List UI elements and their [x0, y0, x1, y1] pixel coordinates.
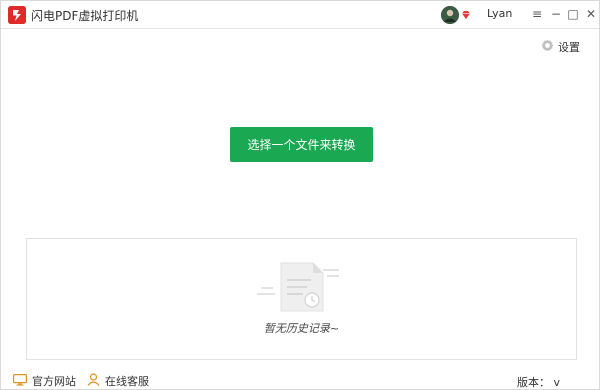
select-file-button[interactable]: 选择一个文件来转换 — [230, 127, 373, 162]
app-title: 闪电PDF虚拟打印机 — [31, 9, 139, 23]
close-button[interactable]: ✕ — [583, 6, 599, 22]
maximize-button[interactable]: □ — [565, 6, 581, 22]
vip-diamond-icon[interactable] — [461, 9, 471, 19]
version-label: 版本： — [517, 376, 550, 389]
gear-icon — [541, 39, 554, 55]
online-service-label: 在线客服 — [105, 375, 149, 388]
settings-label: 设置 — [558, 41, 580, 54]
title-bar: 闪电PDF虚拟打印机 Lyan ≡ − □ ✕ — [1, 1, 599, 29]
user-name[interactable]: Lyan — [487, 7, 512, 20]
monitor-icon — [13, 373, 28, 389]
person-icon — [87, 373, 100, 389]
app-window: 闪电PDF虚拟打印机 Lyan ≡ − □ ✕ 设置 选择一个文件来转换 暂无历… — [0, 0, 600, 390]
document-history-icon — [257, 259, 347, 320]
official-site-label: 官方网站 — [32, 375, 76, 388]
app-logo-icon — [8, 6, 26, 24]
version-info: 版本： v 2.4.6.0 — [517, 374, 599, 390]
minimize-button[interactable]: − — [548, 6, 564, 22]
avatar[interactable] — [441, 6, 459, 24]
online-service-link[interactable]: 在线客服 — [87, 373, 149, 389]
history-panel: 暂无历史记录~ — [26, 238, 577, 360]
empty-history-text: 暂无历史记录~ — [263, 322, 340, 335]
settings-button[interactable]: 设置 — [541, 39, 580, 55]
official-site-link[interactable]: 官方网站 — [13, 373, 76, 389]
menu-button[interactable]: ≡ — [529, 6, 545, 22]
